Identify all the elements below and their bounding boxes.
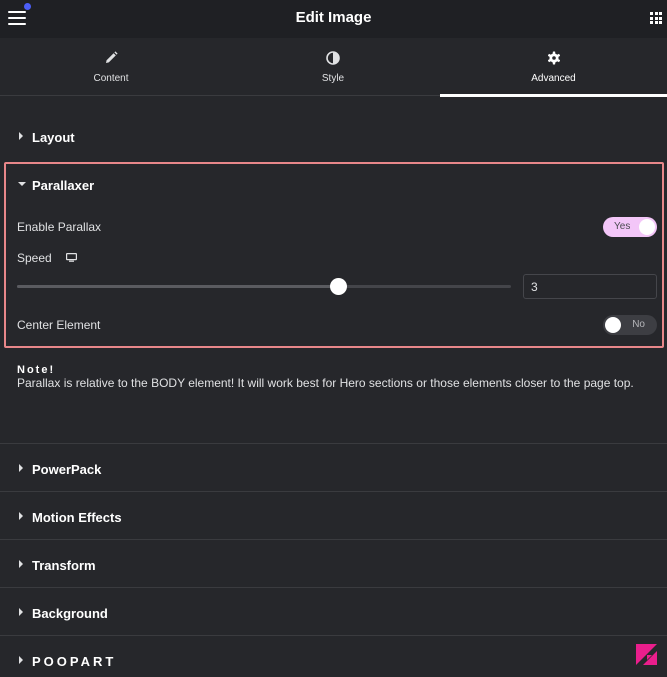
tab-content-label: Content <box>93 73 129 84</box>
pencil-icon <box>106 51 118 63</box>
caret-right-icon <box>19 608 23 616</box>
divider <box>0 491 667 492</box>
section-powerpack-title: PowerPack <box>32 462 102 477</box>
tab-style[interactable]: Style <box>222 38 444 96</box>
section-parallaxer-title: Parallaxer <box>32 178 95 193</box>
section-parallaxer[interactable]: Parallaxer <box>0 178 667 193</box>
section-poopart-title: POOPART <box>32 654 117 669</box>
speed-slider-handle[interactable] <box>330 278 348 295</box>
center-element-label: Center Element <box>17 318 101 332</box>
toggle-yes-label: Yes <box>614 221 631 232</box>
speed-slider[interactable] <box>17 278 511 295</box>
toggle-no-label: No <box>632 319 645 330</box>
section-layout[interactable]: Layout <box>0 130 667 145</box>
divider <box>0 635 667 636</box>
section-transform-title: Transform <box>32 558 96 573</box>
desktop-icon[interactable] <box>66 253 77 262</box>
section-motion-effects[interactable]: Motion Effects <box>0 510 667 525</box>
section-background-title: Background <box>32 606 108 621</box>
panel-tabs: Content Style Advanced <box>0 38 667 97</box>
speed-input[interactable] <box>523 274 657 299</box>
contrast-icon <box>326 51 340 65</box>
toggle-knob <box>605 317 621 333</box>
speed-label: Speed <box>17 251 52 265</box>
gear-icon <box>547 51 560 65</box>
section-motion-effects-title: Motion Effects <box>32 510 122 525</box>
enable-parallax-toggle[interactable]: Yes <box>603 217 657 237</box>
divider <box>0 587 667 588</box>
center-element-toggle[interactable]: No <box>603 315 657 335</box>
divider <box>0 443 667 444</box>
caret-right-icon <box>19 464 23 472</box>
speed-slider-fill <box>17 285 339 288</box>
tab-style-label: Style <box>321 73 345 84</box>
section-layout-title: Layout <box>32 130 75 145</box>
caret-down-icon <box>18 182 26 186</box>
tab-advanced-label: Advanced <box>531 73 576 84</box>
note-title: Note! <box>17 364 56 376</box>
section-transform[interactable]: Transform <box>0 558 667 573</box>
caret-right-icon <box>19 656 23 664</box>
tab-advanced[interactable]: Advanced <box>440 38 667 97</box>
section-background[interactable]: Background <box>0 606 667 621</box>
caret-right-icon <box>19 132 23 140</box>
editor-header: Edit Image <box>0 0 667 38</box>
poopart-logo-icon <box>636 644 657 665</box>
section-powerpack[interactable]: PowerPack <box>0 462 667 477</box>
panel-title: Edit Image <box>295 9 372 26</box>
tab-content[interactable]: Content <box>0 38 222 96</box>
divider <box>0 539 667 540</box>
widgets-grid-icon[interactable] <box>650 12 662 24</box>
section-poopart[interactable]: POOPART <box>0 654 667 669</box>
caret-right-icon <box>19 512 23 520</box>
note-text: Parallax is relative to the BODY element… <box>17 376 634 390</box>
enable-parallax-label: Enable Parallax <box>17 220 102 234</box>
toggle-knob <box>639 219 655 235</box>
caret-right-icon <box>19 560 23 568</box>
